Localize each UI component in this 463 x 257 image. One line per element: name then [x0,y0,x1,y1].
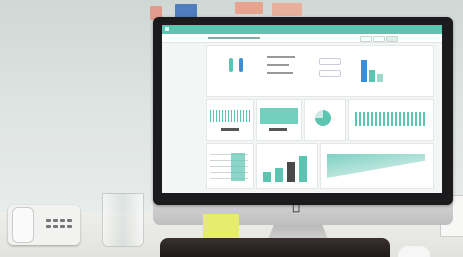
phone-key [46,225,51,228]
mini-chart [210,110,250,122]
wall-note [235,2,263,14]
overview-text-line [267,56,295,58]
chart-bar [369,70,375,82]
trend-card [320,143,434,189]
phone-key [60,225,65,228]
mini-value [221,128,239,131]
overview-bars [357,54,397,82]
overview-pill [319,70,341,77]
phone-key [67,219,72,222]
phone-key [53,219,58,222]
bar-chart-card [256,99,302,141]
app-toolbar [162,34,442,43]
sticky-note [203,214,239,238]
mini-chart [355,112,425,126]
toolbar-button[interactable] [386,36,398,42]
toolbar-button[interactable] [360,36,372,42]
wall-note [272,3,302,16]
toolbar-button[interactable] [373,36,385,42]
phone-key [53,225,58,228]
phone-key [60,219,65,222]
app-header [162,25,442,34]
toolbar-title-bar [208,37,260,39]
overview-card [206,45,434,97]
donut-chart-card [304,99,346,141]
chart-bar [263,172,271,182]
list-card [206,143,254,189]
overview-figure [239,58,243,72]
black-bag [160,238,390,257]
chart-bar [299,156,307,182]
overview-text-line [267,64,289,66]
overview-figure [229,58,233,72]
bars-area [261,150,313,182]
overview-text-line [267,72,293,74]
donut-chart [315,110,331,126]
mini-chart [260,108,298,124]
wall-note [175,4,197,18]
chart-bar [287,162,295,182]
phone-key [46,219,51,222]
chart-bar [275,168,283,182]
computer-mouse [398,246,430,257]
phone-key [67,225,72,228]
drinking-glass [102,193,144,247]
line-chart-card [206,99,254,141]
list-highlight [231,153,245,181]
overview-pill [319,58,341,65]
trend-chart [327,154,425,180]
phone-handset [12,207,34,243]
mini-value [269,128,287,131]
chart-bar [377,74,383,82]
area-chart-card [348,99,434,141]
app-menu-icon[interactable] [165,27,169,31]
bars-card [256,143,318,189]
monitor-screen [162,25,442,193]
chart-bar [361,60,367,82]
